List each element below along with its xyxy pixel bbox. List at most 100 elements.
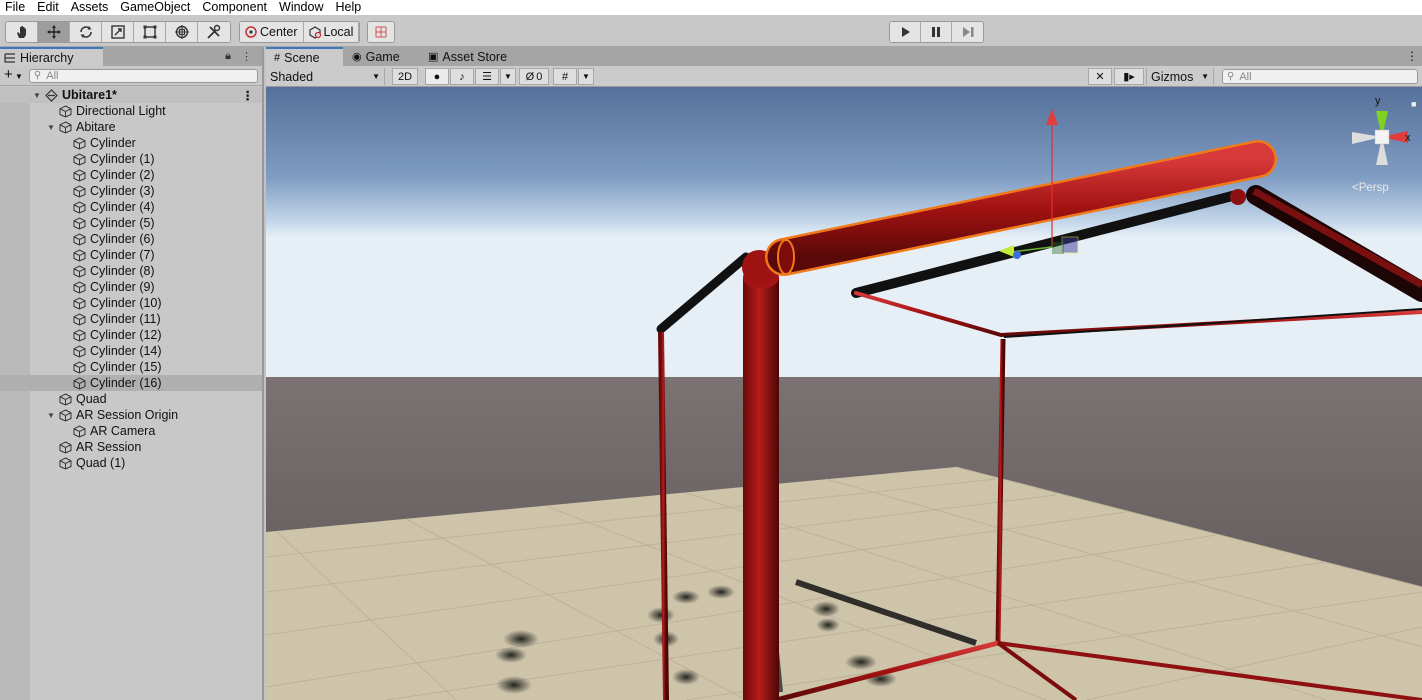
hierarchy-tab-bar: Hierarchy 🔒︎ ⋮: [0, 47, 262, 66]
play-button[interactable]: [890, 22, 921, 42]
hierarchy-item-label: Cylinder (14): [90, 344, 162, 358]
move-tool-button[interactable]: [38, 22, 70, 42]
pivot-mode-button[interactable]: Center: [240, 22, 304, 42]
gameobject-cube-icon: [73, 200, 86, 214]
menu-file[interactable]: File: [0, 0, 31, 15]
hierarchy-item[interactable]: ▼ AR Session Origin: [0, 407, 262, 423]
hierarchy-item[interactable]: Cylinder (12): [0, 327, 262, 343]
hierarchy-item[interactable]: Cylinder (2): [0, 167, 262, 183]
hierarchy-item-label: Cylinder (4): [90, 200, 155, 214]
hierarchy-tab-label: Hierarchy: [20, 50, 74, 65]
menu-assets[interactable]: Assets: [65, 0, 115, 15]
foldout-expanded-icon[interactable]: ▼: [47, 411, 57, 420]
hand-tool-button[interactable]: [6, 22, 38, 42]
hierarchy-item[interactable]: AR Camera: [0, 423, 262, 439]
tools-icon: [207, 24, 221, 39]
lock-icon[interactable]: ■: [1411, 99, 1416, 109]
hierarchy-item[interactable]: Cylinder (7): [0, 247, 262, 263]
effects-dropdown[interactable]: ▼: [500, 68, 516, 85]
scale-tool-button[interactable]: [102, 22, 134, 42]
scene-search-input[interactable]: ⚲ All: [1222, 69, 1418, 84]
hierarchy-item[interactable]: Cylinder (9): [0, 279, 262, 295]
hierarchy-item[interactable]: Cylinder (3): [0, 183, 262, 199]
hierarchy-item[interactable]: Cylinder (16): [0, 375, 262, 391]
hierarchy-item-label: Cylinder (5): [90, 216, 155, 230]
hierarchy-item[interactable]: Quad (1): [0, 455, 262, 471]
gameobject-cube-icon: [59, 408, 72, 422]
hierarchy-item-label: Cylinder: [90, 136, 136, 150]
gizmos-label: Gizmos: [1151, 69, 1194, 84]
lock-icon[interactable]: 🔒︎: [225, 50, 231, 63]
scene-viewport[interactable]: y x <Persp ■: [266, 87, 1422, 700]
hierarchy-item-label: Abitare: [76, 120, 116, 134]
hierarchy-item[interactable]: Cylinder (5): [0, 215, 262, 231]
gizmos-dropdown[interactable]: Gizmos ▼: [1146, 68, 1214, 85]
tab-game[interactable]: ◉ Game: [344, 47, 420, 66]
menu-component[interactable]: Component: [196, 0, 273, 15]
rotate-tool-button[interactable]: [70, 22, 102, 42]
grid-snap-button[interactable]: [368, 22, 394, 42]
hierarchy-item[interactable]: Cylinder (4): [0, 199, 262, 215]
pause-button[interactable]: [921, 22, 952, 42]
hierarchy-item[interactable]: Cylinder (11): [0, 311, 262, 327]
grid-dropdown[interactable]: ▼: [578, 68, 594, 85]
hierarchy-search-input[interactable]: ⚲ All: [28, 68, 258, 83]
gameobject-cube-icon: [73, 248, 86, 262]
menu-window[interactable]: Window: [273, 0, 329, 15]
hierarchy-item[interactable]: ▼ Abitare: [0, 119, 262, 135]
menu-help[interactable]: Help: [329, 0, 367, 15]
scene-menu-icon[interactable]: ⋮: [242, 88, 255, 103]
scene-render[interactable]: y x <Persp ■: [266, 87, 1422, 700]
foldout-expanded-icon[interactable]: ▼: [33, 91, 43, 100]
pause-icon: [932, 27, 940, 37]
tools-toggle[interactable]: ✕: [1088, 68, 1112, 85]
projection-label[interactable]: <Persp: [1352, 182, 1389, 194]
hierarchy-item[interactable]: Cylinder (8): [0, 263, 262, 279]
gameobject-cube-icon: [73, 184, 86, 198]
menu-gameobject[interactable]: GameObject: [114, 0, 196, 15]
tab-hierarchy[interactable]: Hierarchy: [0, 47, 103, 66]
toggle-2d-button[interactable]: 2D: [392, 68, 418, 85]
gameobject-cube-icon: [73, 168, 86, 182]
hierarchy-item-label: Quad: [76, 392, 107, 406]
menu-edit[interactable]: Edit: [31, 0, 65, 15]
step-icon: [962, 27, 973, 37]
tab-asset-store[interactable]: ▣ Asset Store: [420, 47, 520, 66]
hierarchy-item[interactable]: Directional Light: [0, 103, 262, 119]
audio-toggle[interactable]: ♪: [450, 68, 474, 85]
camera-settings-button[interactable]: ▮▸: [1114, 68, 1144, 85]
hierarchy-item[interactable]: Cylinder (10): [0, 295, 262, 311]
custom-tool-button[interactable]: [198, 22, 230, 42]
step-button[interactable]: [952, 22, 983, 42]
hierarchy-item-label: AR Camera: [90, 424, 156, 438]
hierarchy-item-label: Cylinder (11): [90, 312, 161, 326]
scene-visibility-toggle[interactable]: Ø 0: [519, 68, 549, 85]
grid-toggle[interactable]: #: [553, 68, 577, 85]
hierarchy-item[interactable]: Cylinder: [0, 135, 262, 151]
speaker-icon: ♪: [459, 70, 465, 83]
transform-icon: [174, 25, 189, 39]
gameobject-cube-icon: [73, 296, 86, 310]
draw-mode-dropdown[interactable]: Shaded ▼: [266, 68, 385, 85]
hierarchy-item[interactable]: Cylinder (15): [0, 359, 262, 375]
foldout-expanded-icon[interactable]: ▼: [47, 123, 57, 132]
hierarchy-item[interactable]: Quad: [0, 391, 262, 407]
hierarchy-item[interactable]: AR Session: [0, 439, 262, 455]
create-button[interactable]: + ▼: [4, 67, 23, 84]
hierarchy-item-label: Cylinder (3): [90, 184, 155, 198]
panel-menu-icon[interactable]: ⋮: [1406, 49, 1418, 63]
hierarchy-item-label: Cylinder (2): [90, 168, 155, 182]
panel-menu-icon[interactable]: ⋮: [241, 50, 252, 63]
effects-toggle[interactable]: ☰: [475, 68, 499, 85]
tab-scene[interactable]: # Scene: [266, 47, 343, 66]
pivot-rotation-button[interactable]: Local: [303, 22, 360, 42]
hierarchy-scene-root[interactable]: ▼ Ubitare1* ⋮: [0, 87, 262, 103]
lighting-toggle[interactable]: ●: [425, 68, 449, 85]
hierarchy-item[interactable]: Cylinder (14): [0, 343, 262, 359]
transform-tool-button[interactable]: [166, 22, 198, 42]
hierarchy-item[interactable]: Cylinder (1): [0, 151, 262, 167]
rect-tool-button[interactable]: [134, 22, 166, 42]
hierarchy-item-label: Cylinder (6): [90, 232, 155, 246]
hierarchy-item[interactable]: Cylinder (6): [0, 231, 262, 247]
gameobject-cube-icon: [59, 104, 72, 118]
